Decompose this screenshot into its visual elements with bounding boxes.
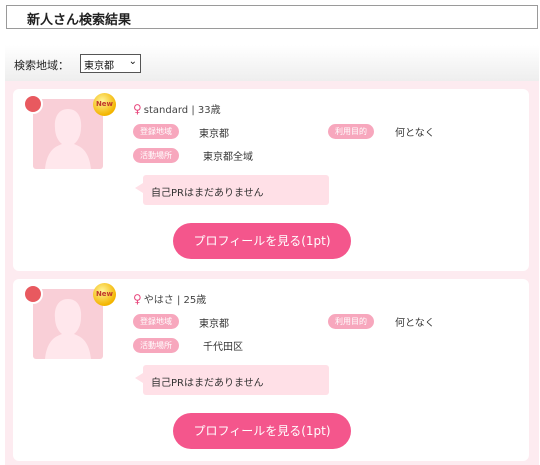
verified-badge-icon [23,94,43,114]
self-pr-bubble: 自己PRはまだありません [135,365,329,395]
area-value: 千代田区 [203,342,243,353]
chevron-down-icon: ⌄ [128,56,137,67]
user-age: 25歳 [183,295,207,306]
avatar[interactable] [33,289,103,359]
silhouette-icon [45,299,91,359]
region-value: 東京都 [199,319,229,330]
name-line: ♀ やはさ | 25歳 [133,292,207,306]
view-profile-button[interactable]: プロフィールを見る(1pt) [173,223,351,259]
region-value: 東京都 [199,129,229,140]
new-badge-icon: New [93,93,116,116]
user-age: 33歳 [197,105,221,116]
female-icon: ♀ [133,292,142,306]
area-tag: 活動場所 [133,148,179,163]
silhouette-icon [45,109,91,169]
view-profile-button[interactable]: プロフィールを見る(1pt) [173,413,351,449]
name-line: ♀ standard | 33歳 [133,102,221,116]
region-tag: 登録地域 [133,124,179,139]
user-name[interactable]: standard [144,105,188,116]
search-region-label: 検索地域： [14,59,69,72]
region-tag: 登録地域 [133,314,179,329]
search-bar: 検索地域： 東京都 ⌄ [5,45,539,81]
user-name[interactable]: やはさ [144,295,174,306]
area-value: 東京都全域 [203,152,253,163]
self-pr-text: 自己PRはまだありません [151,378,264,389]
self-pr-bubble: 自己PRはまだありません [135,175,329,205]
self-pr-text: 自己PRはまだありません [151,188,264,199]
result-card: New ♀ やはさ | 25歳 登録地域 東京都 利用目的 何となく 活動場所 千… [13,279,529,461]
avatar[interactable] [33,99,103,169]
result-card: New ♀ standard | 33歳 登録地域 東京都 利用目的 何となく 活… [13,89,529,271]
verified-badge-icon [23,284,43,304]
purpose-tag: 利用目的 [328,314,374,329]
region-select-value: 東京都 [84,61,114,72]
page-title: 新人さん検索結果 [27,13,132,28]
female-icon: ♀ [133,102,142,116]
purpose-tag: 利用目的 [328,124,374,139]
new-badge-icon: New [93,283,116,306]
region-select[interactable]: 東京都 ⌄ [80,54,141,73]
purpose-value: 何となく [395,128,435,139]
purpose-value: 何となく [395,318,435,329]
area-tag: 活動場所 [133,338,179,353]
page-header: 新人さん検索結果 [6,5,538,29]
results-list: New ♀ standard | 33歳 登録地域 東京都 利用目的 何となく 活… [5,81,539,465]
